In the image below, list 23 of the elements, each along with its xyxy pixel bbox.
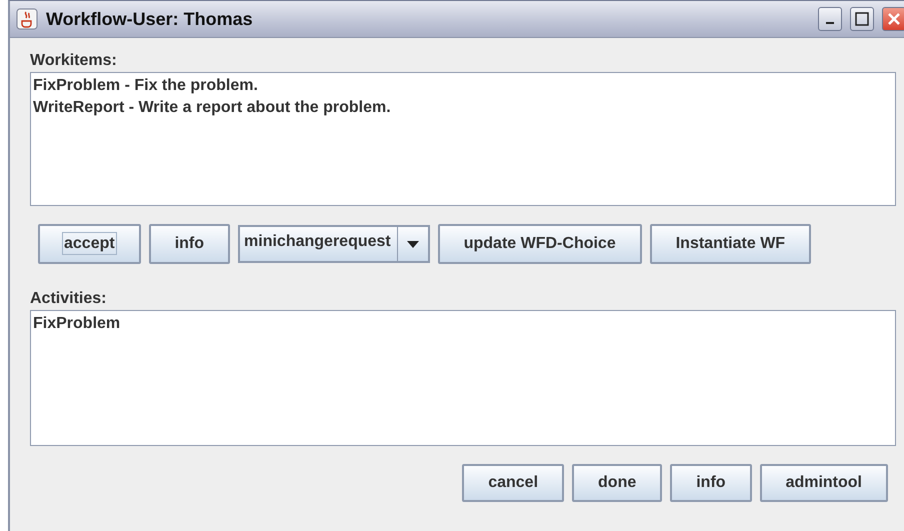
button[interactable]: done	[572, 464, 662, 502]
button[interactable]: accept	[38, 224, 141, 264]
dropdown[interactable]: minichangerequest	[238, 225, 430, 263]
list-item[interactable]: WriteReport - Write a report about the problem.	[33, 97, 893, 119]
section-label: Activities:	[30, 290, 108, 308]
button[interactable]: update WFD-Choice	[438, 224, 642, 264]
button[interactable]: info	[670, 464, 752, 502]
list-item[interactable]: FixProblem - Fix the problem.	[33, 75, 893, 97]
list-item[interactable]: FixProblem	[33, 313, 893, 335]
button[interactable]: Instantiate WF	[650, 224, 812, 264]
button[interactable]: info	[148, 224, 230, 264]
section-label: Workitems:	[30, 52, 118, 70]
minimize-button[interactable]	[818, 7, 842, 31]
caret-icon	[406, 240, 419, 248]
button[interactable]: admintool	[760, 464, 888, 502]
window-title: Workflow-User: Thomas	[46, 8, 254, 30]
close-icon	[887, 12, 901, 26]
button[interactable]: cancel	[462, 464, 564, 502]
minimize-icon	[826, 22, 834, 24]
maximize-button[interactable]	[850, 7, 874, 31]
maximize-icon	[855, 12, 869, 26]
coffee-cup-icon	[16, 8, 38, 30]
close-button[interactable]	[882, 7, 904, 31]
